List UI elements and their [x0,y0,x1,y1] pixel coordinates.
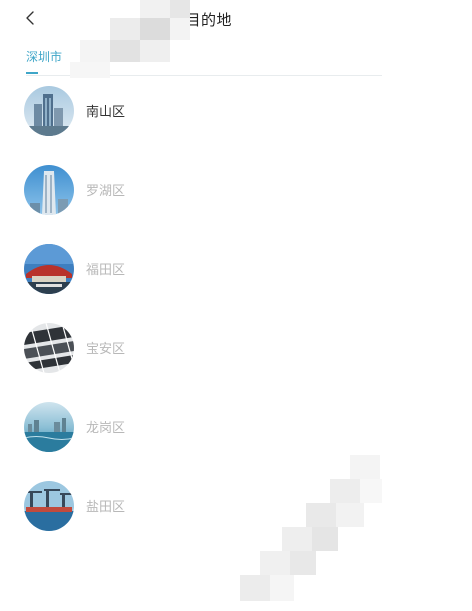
district-name: 龙岗区 [86,421,126,436]
district-photo [24,323,74,373]
district-name: 福田区 [86,263,126,278]
list-item-futian[interactable]: 福田区 [24,244,384,298]
district-name: 盐田区 [86,500,126,515]
header-bar: 择目的地 [0,0,472,40]
list-item-yantian[interactable]: 盐田区 [24,481,384,535]
district-photo [24,86,74,136]
back-button[interactable] [22,6,42,30]
list-item-nanshan[interactable]: 南山区 [24,86,384,140]
district-name: 宝安区 [86,342,126,357]
district-photo [24,402,74,452]
district-photo [24,244,74,294]
tab-divider [26,75,382,76]
list-item-baoan[interactable]: 宝安区 [24,323,384,377]
district-name: 南山区 [86,105,126,120]
chevron-left-icon [26,11,34,25]
district-photo [24,165,74,215]
district-name: 罗湖区 [86,184,126,199]
list-item-luohu[interactable]: 罗湖区 [24,165,384,219]
city-tab-bar: 深圳市 [0,40,472,78]
district-photo [24,481,74,531]
tab-shenzhen[interactable]: 深圳市 [26,48,62,65]
tab-indicator [26,72,38,74]
page-title: 择目的地 [170,11,233,29]
list-item-longgang[interactable]: 龙岗区 [24,402,384,456]
